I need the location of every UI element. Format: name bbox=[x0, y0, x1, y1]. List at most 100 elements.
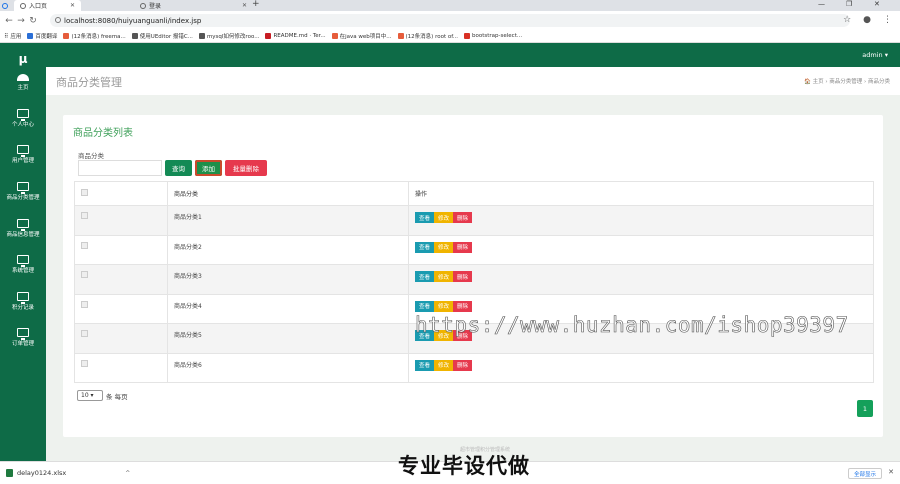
row-checkbox[interactable] bbox=[81, 212, 88, 219]
sidebar-item-label: 个人中心 bbox=[11, 122, 34, 128]
view-button[interactable]: 查看 bbox=[415, 241, 435, 253]
chevron-up-icon[interactable]: ^ bbox=[125, 470, 130, 477]
monitor-icon bbox=[17, 182, 29, 194]
bookmark-item[interactable]: mysql如何修改roo... bbox=[198, 32, 259, 40]
view-button[interactable]: 查看 bbox=[415, 212, 435, 223]
bookmark-label: 百度翻译 bbox=[35, 34, 58, 40]
csdn-icon bbox=[397, 33, 404, 39]
bookmark-item[interactable]: 使用UEditor 报错C... bbox=[131, 32, 193, 40]
row-select-cell bbox=[74, 323, 168, 354]
star-icon[interactable]: ☆ bbox=[843, 15, 851, 25]
csdn-icon bbox=[331, 33, 338, 39]
edit-button[interactable]: 修改 bbox=[434, 271, 454, 282]
add-button[interactable]: 添加 bbox=[195, 160, 222, 176]
row-checkbox[interactable] bbox=[81, 330, 88, 337]
bookmark-item[interactable]: 在java web项目中... bbox=[331, 32, 392, 40]
query-button[interactable]: 查询 bbox=[165, 160, 192, 176]
maximize-icon[interactable]: ❐ bbox=[846, 0, 852, 8]
row-checkbox[interactable] bbox=[81, 359, 88, 367]
sidebar-item-products[interactable]: 商品信息管理 bbox=[0, 219, 46, 238]
sidebar-item-categories[interactable]: 商品分类管理 bbox=[0, 182, 46, 201]
monitor-icon bbox=[17, 292, 29, 304]
gitee-icon bbox=[265, 33, 272, 39]
close-window-icon[interactable]: ✕ bbox=[874, 0, 880, 8]
site-icon bbox=[464, 33, 470, 39]
bookmark-item[interactable]: bootstrap-select... bbox=[464, 33, 522, 39]
page-header: 商品分类管理 🏠 主页 › 商品分类管理 › 商品分类 bbox=[46, 67, 900, 95]
close-tab-icon[interactable]: ✕ bbox=[242, 2, 247, 9]
row-select-cell bbox=[74, 352, 168, 383]
bookmark-apps[interactable]: ⠿ 应用 bbox=[4, 32, 21, 41]
browser-tab-bar: 入口页 ✕ 登录 ✕ + — ❐ ✕ bbox=[0, 0, 900, 11]
show-all-button[interactable]: 全部显示 bbox=[847, 468, 882, 479]
menu-icon[interactable]: ⋮ bbox=[883, 15, 892, 25]
category-table: 商品分类 操作 商品分类1 查看 修改 删除 商品分类2 查看 修改 删除 商品分类3 … bbox=[74, 181, 874, 383]
sidebar-item-users[interactable]: 用户管理 bbox=[0, 145, 46, 164]
bookmark-item[interactable]: (12条消息) root of... bbox=[397, 32, 458, 40]
edit-button[interactable]: 修改 bbox=[434, 212, 454, 223]
row-checkbox[interactable] bbox=[81, 271, 88, 278]
app-topbar: admin ▾ bbox=[46, 43, 900, 67]
bookmark-item[interactable]: (12条消息) freema... bbox=[63, 32, 126, 40]
download-item[interactable]: delay0124.xlsx ^ bbox=[6, 469, 130, 477]
reload-icon[interactable]: ↻ bbox=[27, 16, 39, 26]
select-all-checkbox[interactable] bbox=[81, 189, 88, 196]
breadcrumb: 🏠 主页 › 商品分类管理 › 商品分类 bbox=[804, 79, 890, 85]
edit-button[interactable]: 修改 bbox=[434, 241, 454, 253]
download-filename: delay0124.xlsx bbox=[17, 469, 67, 477]
forward-icon[interactable]: → bbox=[15, 16, 27, 26]
sidebar-item-label: 系统管理 bbox=[11, 268, 34, 274]
home-tab-icon[interactable] bbox=[0, 0, 10, 11]
url-field[interactable]: localhost:8080/huiyuanguanli/index.jsp bbox=[50, 14, 850, 27]
bookmark-label: 使用UEditor 报错C... bbox=[139, 34, 193, 40]
watermark-text: https://www.huzhan.com/ishop39397 bbox=[415, 313, 849, 338]
sidebar-item-profile[interactable]: 个人中心 bbox=[0, 109, 46, 128]
category-name-cell: 商品分类6 bbox=[167, 352, 409, 383]
row-checkbox[interactable] bbox=[81, 241, 88, 249]
translate-icon bbox=[27, 33, 34, 39]
info-icon bbox=[55, 17, 61, 23]
bookmark-item[interactable]: 百度翻译 bbox=[27, 32, 57, 40]
sidebar-item-points[interactable]: 积分记录 bbox=[0, 292, 46, 311]
sidebar-item-label: 商品信息管理 bbox=[6, 232, 40, 238]
delete-button[interactable]: 删除 bbox=[453, 300, 473, 312]
sidebar-item-system[interactable]: 系统管理 bbox=[0, 255, 46, 274]
minimize-icon[interactable]: — bbox=[818, 0, 825, 8]
category-name-cell: 商品分类5 bbox=[167, 323, 409, 354]
table-row: 商品分类6 查看 修改 删除 bbox=[74, 352, 874, 383]
tab-entry[interactable]: 入口页 ✕ bbox=[14, 0, 82, 11]
admin-menu[interactable]: admin ▾ bbox=[862, 51, 888, 59]
table-row: 商品分类1 查看 修改 删除 bbox=[74, 205, 874, 236]
sidebar-item-label: 用户管理 bbox=[11, 158, 34, 164]
edit-button[interactable]: 修改 bbox=[434, 300, 454, 312]
view-button[interactable]: 查看 bbox=[415, 271, 435, 282]
category-search-input[interactable] bbox=[78, 160, 162, 176]
profile-icon[interactable]: ● bbox=[863, 15, 871, 25]
sidebar-item-orders[interactable]: 订单管理 bbox=[0, 328, 46, 347]
close-tab-icon[interactable]: ✕ bbox=[70, 2, 75, 9]
page-title: 商品分类管理 bbox=[56, 76, 122, 89]
delete-button[interactable]: 删除 bbox=[453, 241, 473, 253]
close-download-bar-icon[interactable]: ✕ bbox=[888, 468, 894, 476]
per-page-label: 条 每页 bbox=[106, 393, 128, 401]
bookmark-label: (12条消息) freema... bbox=[71, 34, 126, 40]
bookmark-item[interactable]: README.md · Ter... bbox=[265, 33, 326, 39]
sidebar-item-home[interactable]: 主页 bbox=[0, 74, 46, 91]
page-button-1[interactable]: 1 bbox=[857, 400, 873, 417]
tab-login[interactable]: 登录 ✕ bbox=[134, 0, 253, 11]
batch-delete-button[interactable]: 批量删除 bbox=[225, 160, 267, 176]
bookmark-label: bootstrap-select... bbox=[472, 33, 523, 39]
app-logo: μ bbox=[18, 52, 28, 66]
page-size-select[interactable]: 10 ▾ bbox=[77, 390, 103, 401]
edit-button[interactable]: 修改 bbox=[434, 359, 454, 371]
delete-button[interactable]: 删除 bbox=[453, 212, 473, 223]
actions-cell: 查看 修改 删除 bbox=[408, 234, 874, 265]
new-tab-button[interactable]: + bbox=[252, 0, 260, 9]
back-icon[interactable]: ← bbox=[3, 16, 15, 26]
row-checkbox[interactable] bbox=[81, 300, 88, 308]
category-name-cell: 商品分类4 bbox=[167, 293, 409, 324]
delete-button[interactable]: 删除 bbox=[453, 359, 473, 371]
view-button[interactable]: 查看 bbox=[415, 359, 435, 371]
view-button[interactable]: 查看 bbox=[415, 300, 435, 312]
delete-button[interactable]: 删除 bbox=[453, 271, 473, 282]
